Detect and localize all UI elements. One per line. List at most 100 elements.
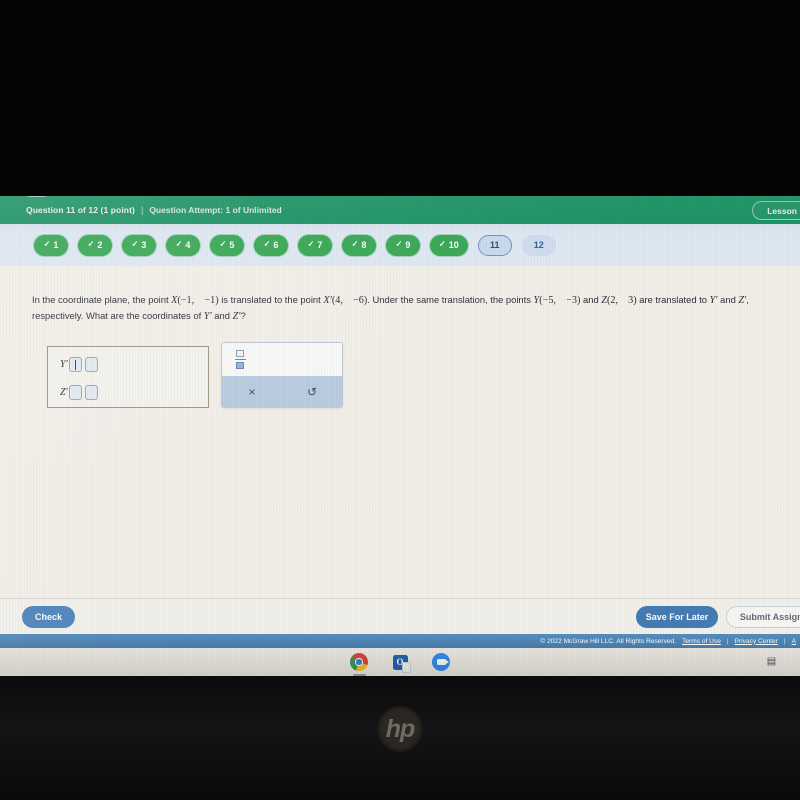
chrome-ring xyxy=(350,653,368,671)
y-prime-x-input[interactable] xyxy=(68,357,82,372)
pill-label: 6 xyxy=(273,240,279,250)
question-pill-11[interactable]: 11 xyxy=(477,234,512,256)
check-icon: ✓ xyxy=(395,239,403,249)
laptop-screen: Question 11 of 12 (1 point) | Question A… xyxy=(0,196,800,676)
check-icon: ✓ xyxy=(439,239,446,249)
question-pill-3[interactable]: ✓ 3 xyxy=(122,234,156,256)
outlook-page xyxy=(401,661,411,673)
fraction-numerator-box xyxy=(236,350,244,358)
answer-label-y-prime: Y′ xyxy=(60,359,68,370)
question-content: In the coordinate plane, the point X(−1,… xyxy=(0,266,800,598)
check-icon: ✓ xyxy=(43,239,51,249)
q-part-1: In the coordinate plane, the point xyxy=(32,294,172,305)
windows-taskbar: O ▤ xyxy=(0,648,800,676)
fraction-denominator-box xyxy=(236,361,244,369)
hamburger-menu-icon[interactable] xyxy=(28,196,46,197)
submit-assignment-button[interactable]: Submit Assignment xyxy=(726,606,800,628)
check-icon: ✓ xyxy=(87,239,95,249)
copyright-text: © 2022 McGraw Hill LLC. All Rights Reser… xyxy=(540,637,677,645)
question-pill-7[interactable]: ✓ 7 xyxy=(298,234,332,256)
copyright-divider-2: | xyxy=(783,637,786,645)
pill-label: 12 xyxy=(533,240,544,250)
answer-label-z-prime: Z′ xyxy=(60,387,68,398)
pill-label: 9 xyxy=(405,240,411,250)
q-point-y-prime: Y′ xyxy=(709,295,718,306)
math-tool-palette: × ↺ xyxy=(221,342,343,408)
pill-label: 8 xyxy=(361,240,367,250)
question-pill-4[interactable]: ✓ 4 xyxy=(166,234,200,256)
z-prime-y-input[interactable] xyxy=(84,385,98,400)
pill-label: 7 xyxy=(317,240,323,250)
chrome-hub xyxy=(355,658,363,666)
q-part-3: . Under the same translation, the points xyxy=(367,294,534,305)
notification-tray-icon[interactable]: ▤ xyxy=(765,655,778,668)
clear-button[interactable]: × xyxy=(222,376,282,407)
check-icon: ✓ xyxy=(351,239,359,249)
header-separator: | xyxy=(140,205,144,215)
pill-label: 10 xyxy=(448,240,459,250)
check-icon: ✓ xyxy=(131,239,139,249)
q-part-6: and xyxy=(717,294,739,305)
q-part-4: and xyxy=(580,294,602,305)
terms-of-use-link[interactable]: Terms of Use xyxy=(682,638,721,645)
question-pill-12[interactable]: 12 xyxy=(521,234,556,256)
hp-logo: hp xyxy=(377,706,423,752)
question-pill-8[interactable]: ✓ 8 xyxy=(342,234,376,256)
question-pill-6[interactable]: ✓ 6 xyxy=(254,234,288,256)
answer-entry-box: Y′ Z′ xyxy=(47,346,209,408)
pill-label: 5 xyxy=(229,240,235,250)
question-nav-strip: ✓ 1 ✓ 2 ✓ 3 ✓ 4 ✓ 5 ✓ 6 ✓ 7 ✓ 8 ✓ 9 ✓ 10… xyxy=(0,224,800,266)
copyright-divider-1: | xyxy=(726,637,729,645)
question-prompt: In the coordinate plane, the point X(−1,… xyxy=(32,292,774,324)
lesson-button[interactable]: Lesson xyxy=(752,201,800,220)
copyright-bar: © 2022 McGraw Hill LLC. All Rights Reser… xyxy=(0,634,800,648)
q-point-z-coords: (2, 3) xyxy=(606,295,637,306)
question-pill-9[interactable]: ✓ 9 xyxy=(386,234,420,256)
q-point-x-coords: (−1, −1) xyxy=(177,295,219,306)
answer-row-y-prime: Y′ xyxy=(60,356,208,373)
question-pill-10[interactable]: ✓ 10 xyxy=(430,234,468,256)
question-pill-5[interactable]: ✓ 5 xyxy=(210,234,244,256)
pill-label: 1 xyxy=(53,240,59,250)
pill-label: 11 xyxy=(489,240,500,250)
app-header: Question 11 of 12 (1 point) | Question A… xyxy=(0,196,800,224)
pill-label: 3 xyxy=(141,240,147,250)
chrome-icon[interactable] xyxy=(350,653,369,676)
q-point-y-coords: (−5, −3) xyxy=(539,295,581,306)
q-part-8: and xyxy=(211,310,233,321)
check-icon: ✓ xyxy=(263,239,271,249)
y-prime-y-input[interactable] xyxy=(84,357,98,372)
zoom-circle xyxy=(432,653,450,671)
outlook-icon[interactable]: O xyxy=(391,653,411,673)
accessibility-link[interactable]: A xyxy=(792,638,796,645)
tool-palette-templates xyxy=(222,343,342,376)
z-prime-x-input[interactable] xyxy=(68,385,82,400)
answer-row-z-prime: Z′ xyxy=(60,384,208,401)
check-icon: ✓ xyxy=(175,239,183,249)
question-attempt-label: Question Attempt: 1 of Unlimited xyxy=(149,205,282,215)
check-icon: ✓ xyxy=(307,239,315,249)
question-progress-label: Question 11 of 12 (1 point) xyxy=(26,205,135,215)
fraction-template-icon[interactable] xyxy=(234,350,246,369)
save-for-later-button[interactable]: Save For Later xyxy=(636,606,718,628)
check-button[interactable]: Check xyxy=(22,606,75,628)
question-pill-1[interactable]: ✓ 1 xyxy=(34,234,68,256)
q-part-5: are translated to xyxy=(636,294,710,305)
privacy-center-link[interactable]: Privacy Center xyxy=(735,638,778,645)
fraction-bar xyxy=(234,358,246,361)
undo-button[interactable]: ↺ xyxy=(282,376,342,407)
question-pill-2[interactable]: ✓ 2 xyxy=(78,234,112,256)
check-icon: ✓ xyxy=(219,239,227,249)
q-point-y-prime-2: Y′ xyxy=(203,311,212,322)
q-point-x-prime-coords: (4, −6) xyxy=(331,295,368,306)
pill-label: 4 xyxy=(185,240,191,250)
footer-action-bar: Check Save For Later Submit Assignment xyxy=(0,598,800,635)
q-part-2: is translated to the point xyxy=(218,294,324,305)
zoom-camera-glyph xyxy=(436,659,449,665)
tool-palette-actions: × ↺ xyxy=(222,376,342,407)
pill-label: 2 xyxy=(97,240,103,250)
q-part-9: ? xyxy=(240,310,246,321)
q-point-x-prime: X′ xyxy=(323,295,332,306)
laptop-photo: Question 11 of 12 (1 point) | Question A… xyxy=(0,0,800,800)
zoom-icon[interactable] xyxy=(432,653,451,672)
